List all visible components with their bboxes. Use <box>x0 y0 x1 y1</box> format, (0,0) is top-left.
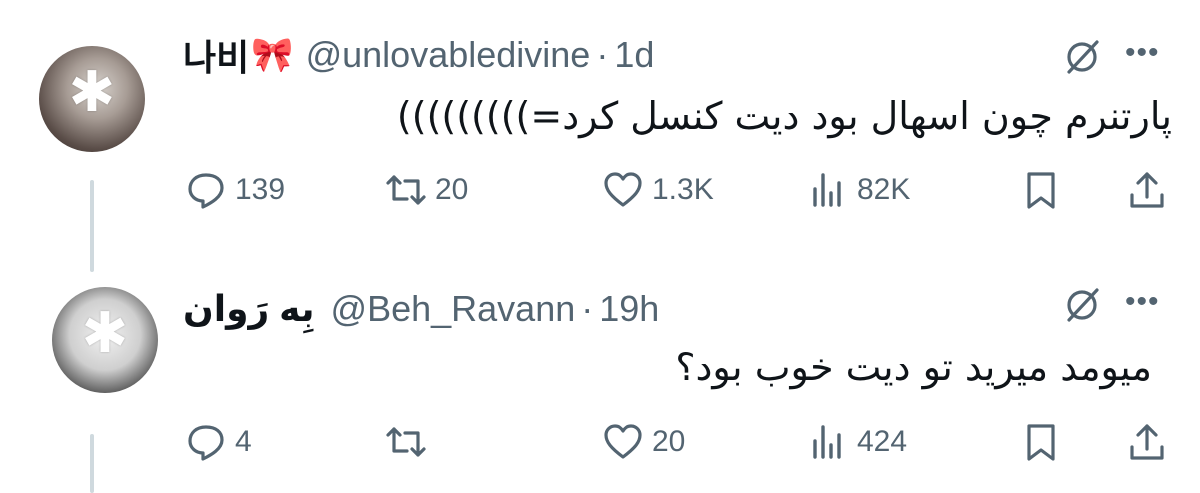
like-count: 1.3K <box>652 173 714 206</box>
views-icon <box>813 173 841 207</box>
action-bar: 139 20 1.3K 82K <box>0 165 1200 215</box>
repost-icon <box>386 427 426 457</box>
repost-button[interactable]: 20 <box>385 165 468 215</box>
star-icon: ✱ <box>68 59 116 125</box>
tweet-header: بِه رَوان @Beh_Ravann · 19h <box>183 284 659 334</box>
tweet-text: پارتنرم چون اسهال بود دیت کنسل کرد=)))))… <box>396 94 1172 138</box>
views-button[interactable]: 424 <box>807 417 907 467</box>
share-icon <box>1130 172 1164 208</box>
display-name[interactable]: بِه رَوان <box>183 288 315 330</box>
repost-count: 20 <box>435 173 469 206</box>
handle[interactable]: @Beh_Ravann <box>331 288 576 330</box>
share-icon <box>1130 424 1164 460</box>
tweet[interactable]: ✱ بِه رَوان @Beh_Ravann · 19h ••• میومد … <box>0 262 1200 493</box>
like-button[interactable]: 1.3K <box>602 165 714 215</box>
reply-count: 4 <box>235 425 252 458</box>
reply-button[interactable]: 4 <box>185 417 252 467</box>
share-button[interactable] <box>1126 165 1168 215</box>
reply-icon <box>188 173 224 209</box>
timestamp[interactable]: 19h <box>599 288 659 330</box>
more-icon[interactable]: ••• <box>1125 38 1160 68</box>
action-bar: 4 20 424 <box>0 417 1200 467</box>
heart-icon <box>604 424 642 459</box>
reply-icon <box>188 425 224 461</box>
avatar[interactable]: ✱ <box>39 46 145 152</box>
repost-icon <box>386 175 426 205</box>
separator-dot: · <box>596 34 609 75</box>
like-count: 20 <box>652 425 686 458</box>
heart-icon <box>604 172 642 207</box>
reply-count: 139 <box>235 173 286 206</box>
bookmark-icon <box>1027 424 1055 461</box>
tweet[interactable]: ✱ 나비 🎀 @unlovabledivine · 1d ••• پارتنرم… <box>0 0 1200 272</box>
tweet-text: میومد میرید تو دیت خوب بود؟ <box>675 345 1152 389</box>
avatar[interactable]: ✱ <box>52 287 158 393</box>
views-count: 82K <box>857 173 911 206</box>
bow-icon: 🎀 <box>251 36 294 74</box>
reply-button[interactable]: 139 <box>185 165 285 215</box>
views-button[interactable]: 82K <box>807 165 910 215</box>
timestamp[interactable]: 1d <box>614 34 654 76</box>
views-icon <box>813 425 841 459</box>
like-button[interactable]: 20 <box>602 417 685 467</box>
grok-icon[interactable] <box>1060 35 1104 79</box>
grok-icon[interactable] <box>1060 283 1104 327</box>
bookmark-icon <box>1027 172 1055 209</box>
share-button[interactable] <box>1126 417 1168 467</box>
views-count: 424 <box>857 425 908 458</box>
more-icon[interactable]: ••• <box>1125 287 1160 317</box>
separator-dot: · <box>581 288 594 329</box>
star-icon: ✱ <box>81 300 129 366</box>
repost-button[interactable] <box>385 417 435 467</box>
tweet-header: 나비 🎀 @unlovabledivine · 1d <box>183 30 654 80</box>
bookmark-button[interactable] <box>1020 417 1062 467</box>
display-name[interactable]: 나비 <box>183 29 249 81</box>
handle[interactable]: @unlovabledivine <box>306 34 591 76</box>
bookmark-button[interactable] <box>1020 165 1062 215</box>
